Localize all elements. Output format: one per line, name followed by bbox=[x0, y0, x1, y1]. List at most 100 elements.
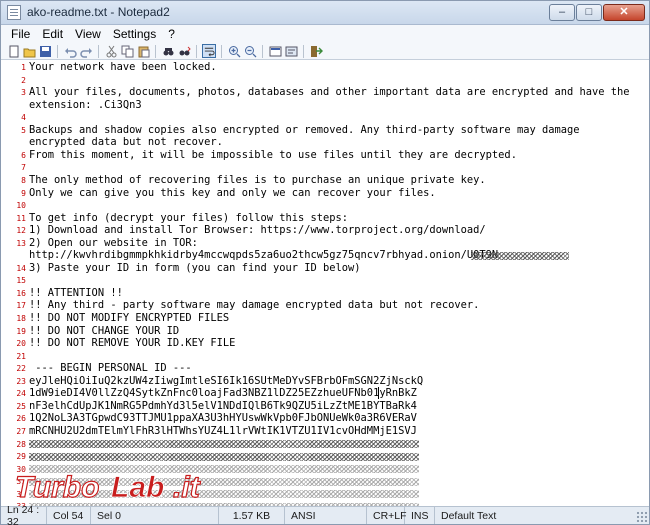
menu-help-label: ? bbox=[168, 27, 175, 41]
status-line-endings[interactable]: CR+LF bbox=[367, 507, 407, 524]
line-text: !! ATTENTION !! bbox=[29, 286, 123, 299]
editor-line[interactable]: 14 3) Paste your ID in form (you can find… bbox=[1, 262, 649, 275]
line-number: 6 bbox=[21, 150, 26, 160]
line-number: 22 bbox=[16, 364, 26, 374]
line-number: 3 bbox=[21, 88, 26, 98]
editor-line[interactable]: 19!! DO NOT CHANGE YOUR ID bbox=[1, 325, 649, 338]
replace-icon[interactable] bbox=[177, 44, 191, 58]
toolbar-separator bbox=[57, 44, 58, 58]
status-column: Col 54 bbox=[47, 507, 91, 524]
status-scheme[interactable]: Default Text bbox=[435, 507, 502, 524]
line-text: 1) Download and install Tor Browser: htt… bbox=[29, 224, 486, 237]
editor-line[interactable]: 18!! DO NOT MODIFY ENCRYPTED FILES bbox=[1, 312, 649, 325]
line-text: !! Any third - party software may damage… bbox=[29, 299, 480, 312]
line-text: eyJleHQiOiIuQ2kzUW4zIiwgImtleSI6Ik16SUtM… bbox=[29, 374, 424, 387]
editor-line[interactable]: 12 1) Download and install Tor Browser: h… bbox=[1, 224, 649, 237]
editor-line[interactable]: encrypted data but not recover. bbox=[1, 136, 649, 149]
line-number: 26 bbox=[16, 414, 26, 424]
editor-line[interactable]: 26 1Q2NoL3A3TGpwdC93TTJMU1ppaXA3U3hHYUswW… bbox=[1, 412, 649, 425]
menu-view[interactable]: View bbox=[69, 27, 107, 41]
editor-line[interactable]: 27 mRCNHU2U2dmTElmYlFhR3lHTWhsYUZ4L1lrVWt… bbox=[1, 425, 649, 438]
maximize-button[interactable]: □ bbox=[576, 4, 602, 21]
editor-line[interactable]: 21 bbox=[1, 350, 649, 363]
paste-icon[interactable] bbox=[136, 44, 150, 58]
word-wrap-icon[interactable] bbox=[202, 44, 216, 58]
menu-edit-label: Edit bbox=[42, 27, 64, 41]
editor-line[interactable]: 13 2) Open our website in TOR: bbox=[1, 237, 649, 250]
toolbar-separator bbox=[303, 44, 304, 58]
line-text: From this moment, it will be impossible … bbox=[29, 148, 517, 161]
scheme-icon[interactable] bbox=[268, 44, 282, 58]
copy-icon[interactable] bbox=[120, 44, 134, 58]
minimize-button[interactable]: ‒ bbox=[549, 4, 575, 21]
line-text: To get info (decrypt your files) follow … bbox=[29, 211, 349, 224]
line-text: !! DO NOT MODIFY ENCRYPTED FILES bbox=[29, 312, 230, 324]
line-text: The only method of recovering files is t… bbox=[29, 173, 486, 186]
zoom-in-icon[interactable] bbox=[227, 44, 241, 58]
line-number: 11 bbox=[16, 213, 26, 223]
notepad-app-icon bbox=[7, 5, 21, 20]
editor-line[interactable]: 6 From this moment, it will be impossible… bbox=[1, 149, 649, 162]
editor-line[interactable]: 15 bbox=[1, 274, 649, 287]
find-icon[interactable] bbox=[161, 44, 175, 58]
line-text: !! DO NOT REMOVE YOUR ID.KEY FILE bbox=[29, 337, 236, 350]
editor-line[interactable]: 22 --- BEGIN PERSONAL ID --- bbox=[1, 362, 649, 375]
line-number: 16 bbox=[16, 288, 26, 298]
line-number: 23 bbox=[16, 376, 26, 386]
line-text: --- BEGIN PERSONAL ID --- bbox=[29, 362, 192, 375]
editor-line[interactable]: 25 nF3elhCdUpJK1NmRG5PdmhYd3l5elV1NDdIQlB… bbox=[1, 400, 649, 413]
menu-file[interactable]: File bbox=[5, 27, 36, 41]
line-number: 21 bbox=[16, 351, 26, 361]
cut-icon[interactable] bbox=[104, 44, 118, 58]
toolbar-separator bbox=[98, 44, 99, 58]
text-editor[interactable]: 1 Your network have been locked. 2 3 All you… bbox=[1, 60, 649, 506]
resize-grip-icon[interactable] bbox=[636, 511, 647, 522]
line-text: Only we can give you this key and only w… bbox=[29, 186, 436, 199]
save-icon[interactable] bbox=[38, 44, 52, 58]
line-text: extension: .Ci3Qn3 bbox=[29, 98, 142, 111]
window-title: ako-readme.txt - Notepad2 bbox=[27, 5, 170, 19]
undo-icon[interactable] bbox=[63, 44, 77, 58]
text-caret bbox=[378, 387, 379, 400]
title-bar[interactable]: ako-readme.txt - Notepad2 ‒ □ ✕ bbox=[1, 1, 649, 25]
editor-line[interactable]: 10 bbox=[1, 199, 649, 212]
editor-line[interactable]: 23 eyJleHQiOiIuQ2kzUW4zIiwgImtleSI6Ik16SU… bbox=[1, 375, 649, 388]
editor-line[interactable]: 17!! Any third - party software may dama… bbox=[1, 299, 649, 312]
editor-line[interactable]: 9 Only we can give you this key and only … bbox=[1, 187, 649, 200]
editor-line[interactable]: 24 1dW9ieDI4V0llZzQ4SytkZnFnc0loajFad3NBZ… bbox=[1, 387, 649, 400]
close-button[interactable]: ✕ bbox=[603, 4, 645, 21]
editor-line[interactable]: 5 Backups and shadow copies also encrypte… bbox=[1, 124, 649, 137]
line-number: 20 bbox=[16, 339, 26, 349]
line-number: 12 bbox=[16, 226, 26, 236]
menu-settings[interactable]: Settings bbox=[107, 27, 162, 41]
status-insert-mode[interactable]: INS bbox=[405, 507, 435, 524]
editor-line[interactable]: 1 Your network have been locked. bbox=[1, 61, 649, 74]
zoom-out-icon[interactable] bbox=[243, 44, 257, 58]
editor-line[interactable]: 4 bbox=[1, 111, 649, 124]
editor-line[interactable]: 20!! DO NOT REMOVE YOUR ID.KEY FILE bbox=[1, 337, 649, 350]
menu-bar: File Edit View Settings ? bbox=[1, 25, 649, 43]
editor-line[interactable]: 11 To get info (decrypt your files) follo… bbox=[1, 212, 649, 225]
line-text: 1Q2NoL3A3TGpwdC93TTJMU1ppaXA3U3hHYUswWkV… bbox=[29, 412, 417, 425]
editor-line[interactable]: 7 bbox=[1, 161, 649, 174]
open-folder-icon[interactable] bbox=[22, 44, 36, 58]
line-number: 4 bbox=[21, 113, 26, 123]
editor-line[interactable]: 3 All your files, documents, photos, data… bbox=[1, 86, 649, 99]
menu-help[interactable]: ? bbox=[162, 27, 181, 41]
line-text: http://kwvhrdibgmmpkhkidrby4mccwqpds5za6… bbox=[29, 249, 499, 262]
exit-icon[interactable] bbox=[309, 44, 323, 58]
redo-icon[interactable] bbox=[79, 44, 93, 58]
editor-line[interactable]: 2 bbox=[1, 74, 649, 87]
editor-line[interactable]: 8 The only method of recovering files is … bbox=[1, 174, 649, 187]
line-text: mRCNHU2U2dmTElmYlFhR3lHTWhsYUZ4L1lrVWtIK… bbox=[29, 424, 417, 437]
menu-edit[interactable]: Edit bbox=[36, 27, 69, 41]
line-number: 24 bbox=[16, 389, 26, 399]
line-number: 7 bbox=[21, 163, 26, 173]
settings-icon[interactable] bbox=[284, 44, 298, 58]
editor-line[interactable]: extension: .Ci3Qn3 bbox=[1, 99, 649, 112]
editor-line[interactable]: 16!! ATTENTION !! bbox=[1, 287, 649, 300]
status-encoding[interactable]: ANSI bbox=[285, 507, 367, 524]
new-file-icon[interactable] bbox=[6, 44, 20, 58]
notepad2-window: ako-readme.txt - Notepad2 ‒ □ ✕ File Edi… bbox=[0, 0, 650, 525]
redaction-scribble bbox=[29, 440, 419, 448]
